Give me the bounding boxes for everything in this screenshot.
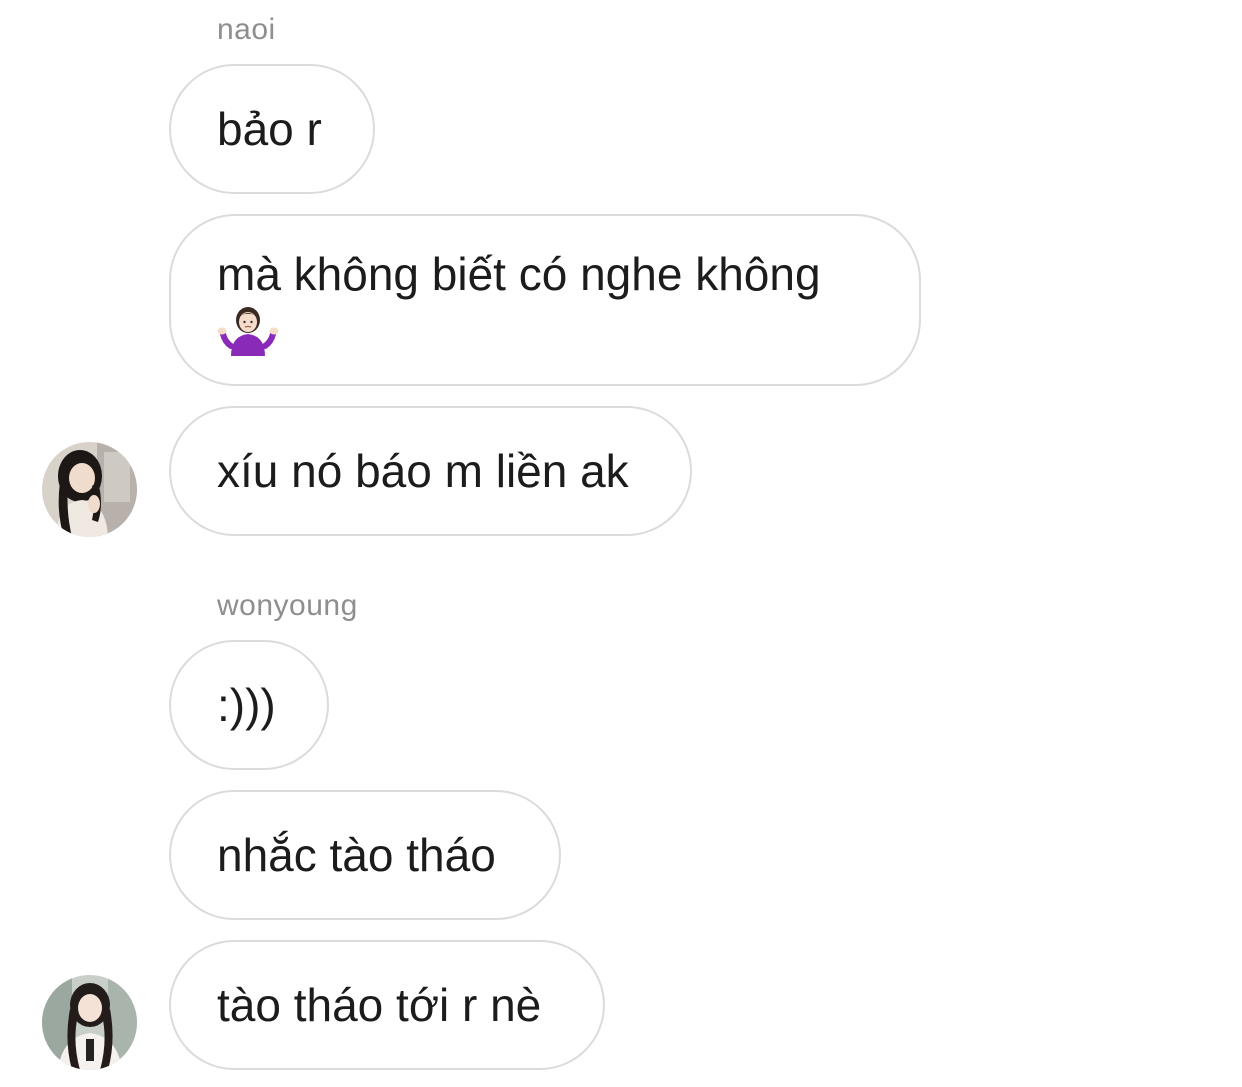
message-bubble[interactable]: nhắc tào tháo <box>169 790 561 920</box>
message-bubble[interactable]: tào tháo tới r nè <box>169 940 605 1070</box>
avatar[interactable] <box>42 975 137 1070</box>
message-text: mà không biết có nghe không <box>217 248 821 300</box>
user-avatar-wonyoung-icon <box>42 975 137 1070</box>
message-text: bảo r <box>217 103 322 155</box>
message-text: :))) <box>217 679 276 731</box>
avatar[interactable] <box>42 442 137 537</box>
message-bubble[interactable]: :))) <box>169 640 329 770</box>
message-text: tào tháo tới r nè <box>217 979 542 1031</box>
user-avatar-naoi-icon <box>42 442 137 537</box>
message-bubble[interactable]: bảo r <box>169 64 375 194</box>
sender-name-naoi: naoi <box>217 13 276 46</box>
person-shrugging-emoji <box>217 304 873 356</box>
message-bubble[interactable]: mà không biết có nghe không <box>169 214 921 386</box>
message-text: xíu nó báo m liền ak <box>217 445 629 497</box>
message-bubble[interactable]: xíu nó báo m liền ak <box>169 406 692 536</box>
sender-name-wonyoung: wonyoung <box>217 589 358 622</box>
message-text: nhắc tào tháo <box>217 829 496 881</box>
